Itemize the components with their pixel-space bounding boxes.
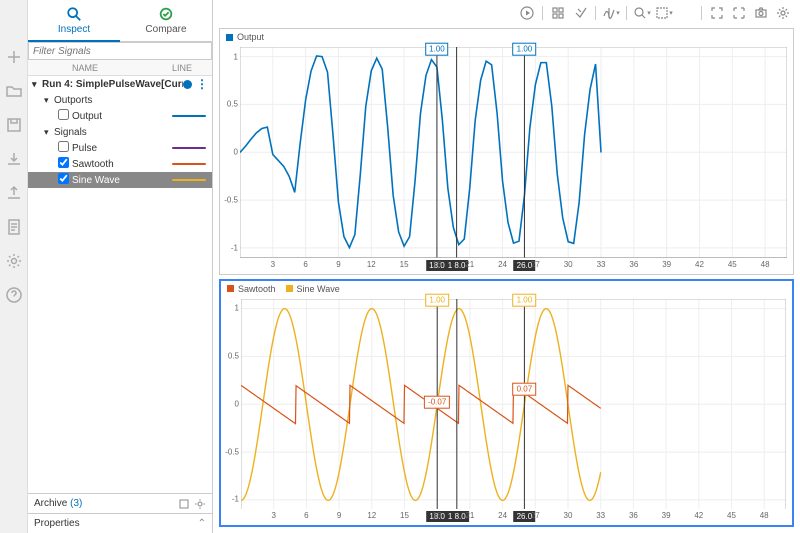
snapshot-icon[interactable] <box>752 4 770 22</box>
pan-icon[interactable] <box>496 4 514 22</box>
archive-settings-icon[interactable] <box>194 498 206 510</box>
report-icon[interactable] <box>5 218 23 236</box>
tab-inspect-label: Inspect <box>58 24 90 35</box>
archive-label: Archive <box>34 498 67 509</box>
signal-tree: ▾ Run 4: SimplePulseWave[Current] ⋮ ▾ Ou… <box>28 76 212 493</box>
plot1-xaxis: 36912151821242730333639424548 <box>240 260 787 274</box>
plot1-axes[interactable]: 10.50-0.5-1 1.0018.01 8.01.0026.0 <box>240 47 787 258</box>
archive-count: (3) <box>70 498 82 509</box>
signal-checkbox-sawtooth[interactable] <box>58 157 69 168</box>
run-row[interactable]: ▾ Run 4: SimplePulseWave[Current] ⋮ <box>28 76 212 92</box>
legend-label-sawtooth: Sawtooth <box>238 284 276 294</box>
plot-output[interactable]: Output 10.50-0.5-1 1.0018.01 8.01.0026.0… <box>219 28 794 275</box>
tab-compare-label: Compare <box>145 24 186 35</box>
clear-icon[interactable] <box>571 4 589 22</box>
preferences-icon[interactable] <box>774 4 792 22</box>
group-signals[interactable]: ▾ Signals <box>28 124 212 140</box>
properties-panel-header[interactable]: Properties ⌃ <box>28 513 212 533</box>
plot2-axes[interactable]: 10.50-0.5-1 1.00-0.0718.01 8.01.000.0726… <box>241 299 786 510</box>
signal-label-output: Output <box>72 111 172 122</box>
legend-label-sine: Sine Wave <box>297 284 340 294</box>
plot2-xaxis: 36912151821242730333639424548 <box>241 511 786 525</box>
signal-row-pulse[interactable]: Pulse <box>28 140 212 156</box>
signal-row-sawtooth[interactable]: Sawtooth <box>28 156 212 172</box>
legend-swatch-sawtooth <box>227 285 234 292</box>
group-signals-label: Signals <box>54 127 212 138</box>
run-status-dot <box>183 80 192 89</box>
export-icon[interactable] <box>5 184 23 202</box>
help-icon[interactable] <box>5 286 23 304</box>
save-icon[interactable] <box>5 116 23 134</box>
main-panel: ▾ ▾ ▾ Output 10.50-0.5-1 1.0018.01 8.01.… <box>213 0 800 533</box>
plot2-legend: Sawtooth Sine Wave <box>221 281 792 297</box>
col-line: LINE <box>172 63 212 73</box>
run-label: Run 4: SimplePulseWave[Current] <box>42 79 183 90</box>
fit-icon[interactable] <box>708 4 726 22</box>
signal-browser: Inspect Compare NAME LINE ▾ Run 4: Simpl… <box>28 0 213 533</box>
pointer-icon[interactable] <box>677 4 695 22</box>
zoom-out-icon[interactable]: ▾ <box>655 4 673 22</box>
zoom-in-time-icon[interactable]: ▾ <box>633 4 651 22</box>
signal-swatch-output <box>172 115 206 117</box>
archive-panel-header[interactable]: Archive (3) <box>28 493 212 513</box>
col-name: NAME <box>68 63 172 73</box>
signal-row-output[interactable]: Output <box>28 108 212 124</box>
signal-checkbox-output[interactable] <box>58 109 69 120</box>
plot-toolbar: ▾ ▾ ▾ <box>496 4 792 22</box>
layout-grid-icon[interactable] <box>549 4 567 22</box>
settings-icon[interactable] <box>5 252 23 270</box>
legend-swatch-sine <box>286 285 293 292</box>
tab-inspect[interactable]: Inspect <box>28 0 120 41</box>
properties-label: Properties <box>34 518 80 529</box>
play-icon[interactable] <box>518 4 536 22</box>
legend-label-output: Output <box>237 32 264 42</box>
signal-label-sawtooth: Sawtooth <box>72 159 172 170</box>
plot1-legend: Output <box>220 29 793 45</box>
signal-swatch-sine <box>172 179 206 181</box>
add-icon[interactable] <box>5 48 23 66</box>
legend-swatch-output <box>226 34 233 41</box>
left-toolbar <box>0 0 28 533</box>
cursor-icon[interactable]: ▾ <box>602 4 620 22</box>
maximize-icon[interactable] <box>730 4 748 22</box>
signal-columns-header: NAME LINE <box>28 60 212 76</box>
filter-signals-input[interactable] <box>28 42 212 60</box>
signal-label-pulse: Pulse <box>72 143 172 154</box>
signal-row-sine[interactable]: Sine Wave <box>28 172 212 188</box>
signal-label-sine: Sine Wave <box>72 175 172 186</box>
archive-store-icon[interactable] <box>178 498 190 510</box>
group-outports-label: Outports <box>54 95 212 106</box>
import-icon[interactable] <box>5 150 23 168</box>
tab-compare[interactable]: Compare <box>120 0 212 41</box>
chevron-up-icon: ⌃ <box>198 518 206 529</box>
plot-signals[interactable]: Sawtooth Sine Wave 10.50-0.5-1 1.00-0.07… <box>219 279 794 528</box>
signal-swatch-sawtooth <box>172 163 206 165</box>
folder-icon[interactable] <box>5 82 23 100</box>
group-outports[interactable]: ▾ Outports <box>28 92 212 108</box>
run-menu-icon[interactable]: ⋮ <box>196 77 208 91</box>
signal-checkbox-pulse[interactable] <box>58 141 69 152</box>
signal-swatch-pulse <box>172 147 206 149</box>
signal-checkbox-sine[interactable] <box>58 173 69 184</box>
